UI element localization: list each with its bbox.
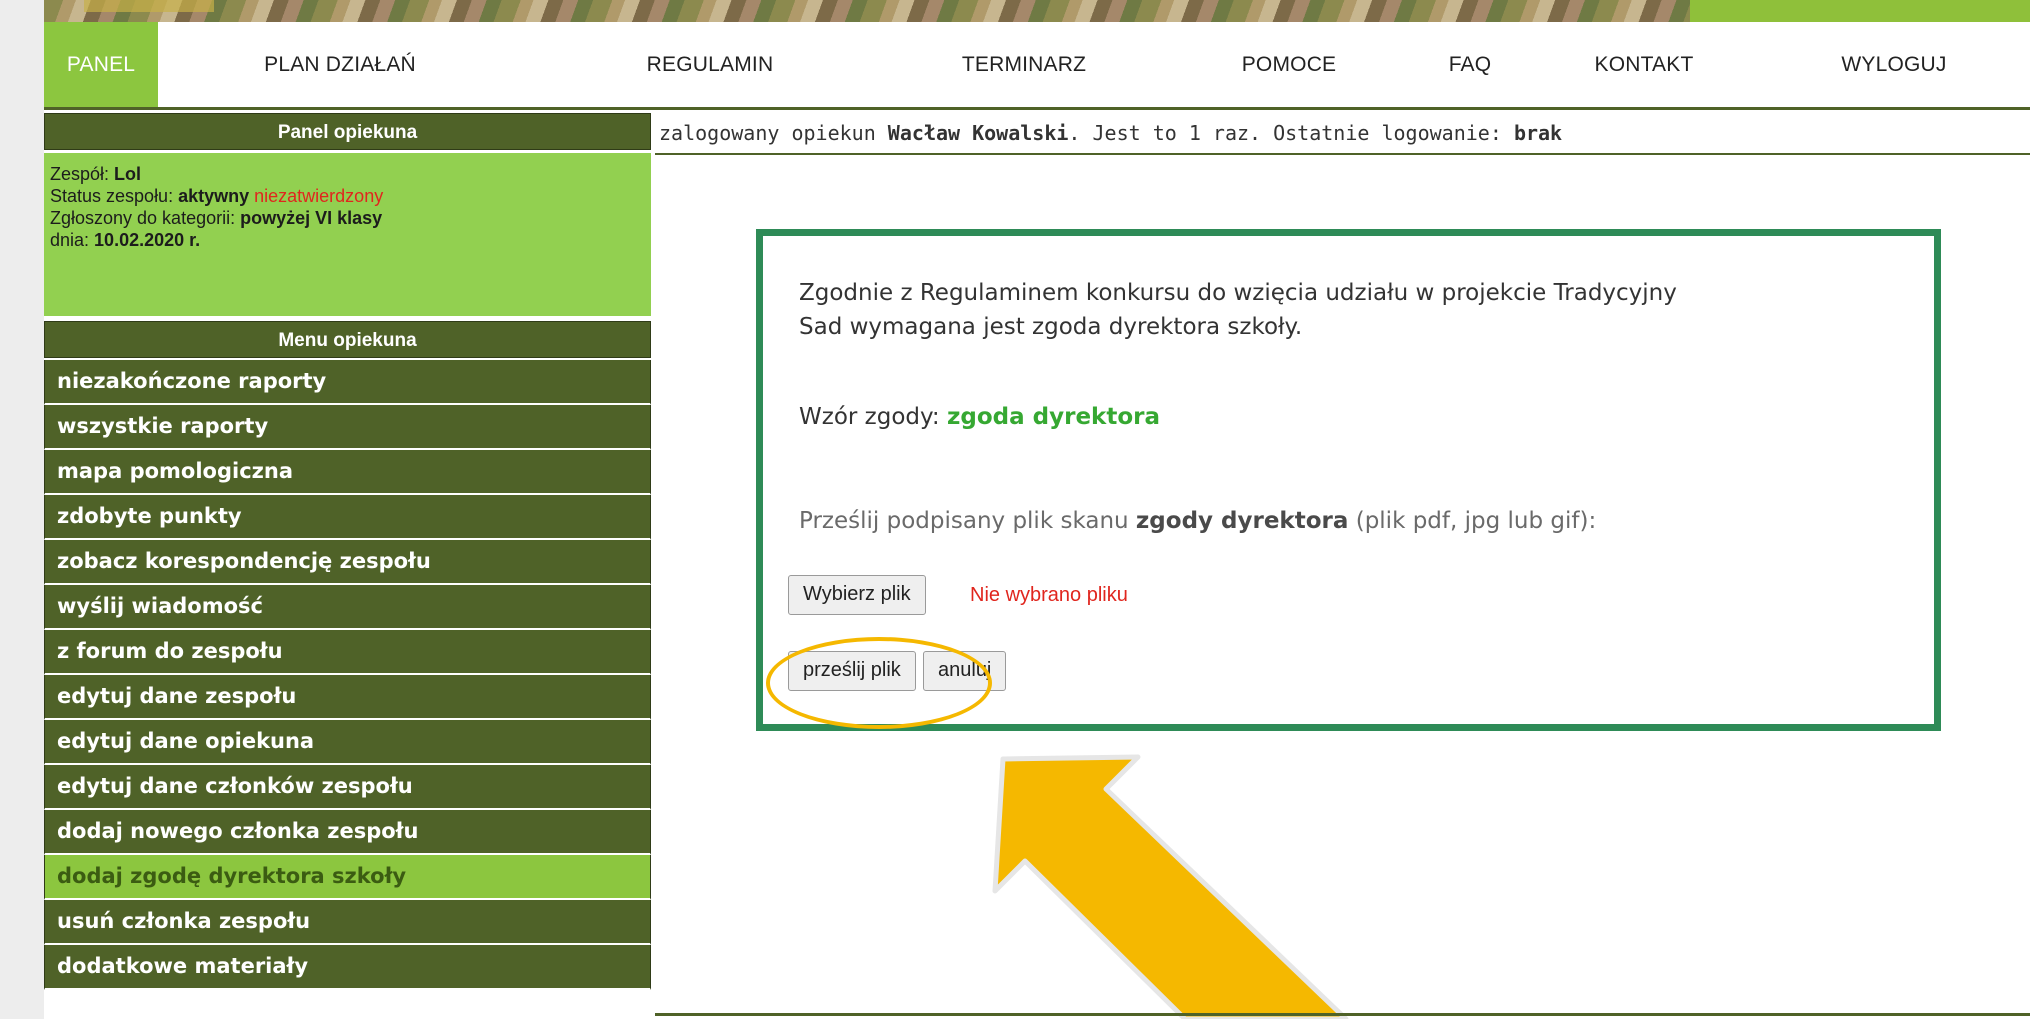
team-name: Lol	[114, 164, 142, 184]
menu-item-additional-materials[interactable]: dodatkowe materiały	[44, 945, 651, 990]
upload-instructions: Prześlij podpisany plik skanu zgody dyre…	[799, 504, 1899, 538]
choose-file-button[interactable]: Wybierz plik	[788, 575, 926, 615]
last-login-value: brak	[1513, 121, 1563, 145]
date-label: dnia:	[50, 230, 95, 250]
menu-item-earned-points[interactable]: zdobyte punkty	[44, 495, 651, 540]
status-unconfirmed: niezatwierdzony	[254, 186, 384, 206]
intro-line-2: Sad wymagana jest zgoda dyrektora szkoły…	[799, 314, 1303, 340]
nav-panel[interactable]: PANEL	[44, 22, 158, 107]
team-label: Zespół:	[50, 164, 115, 184]
left-margin-strip	[0, 0, 44, 1019]
upload-bold: zgody dyrektora	[1135, 508, 1349, 534]
date-value: 10.02.2020 r.	[94, 230, 201, 250]
upload-file-button[interactable]: prześlij plik	[788, 651, 916, 691]
menu-item-forum-to-team[interactable]: z forum do zespołu	[44, 630, 651, 675]
team-row: Zespół: Lol	[50, 163, 645, 185]
no-file-chosen-text: Nie wybrano pliku	[970, 584, 1128, 606]
menu-item-edit-guardian[interactable]: edytuj dane opiekuna	[44, 720, 651, 765]
sidebar: Panel opiekuna Zespół: Lol Status zespoł…	[44, 113, 653, 1019]
menu-item-edit-team[interactable]: edytuj dane zespołu	[44, 675, 651, 720]
intro-text: Zgodnie z Regulaminem konkursu do wzięci…	[799, 276, 1899, 344]
status-active: aktywny	[178, 186, 250, 206]
category-value: powyżej VI klasy	[240, 208, 383, 228]
consent-upload-panel: Zgodnie z Regulaminem konkursu do wzięci…	[756, 229, 1941, 731]
nav-wyloguj[interactable]: WYLOGUJ	[1824, 22, 1964, 107]
cancel-button[interactable]: anuluj	[923, 651, 1007, 691]
menu-item-team-correspondence[interactable]: zobacz korespondencję zespołu	[44, 540, 651, 585]
upload-prefix: Prześlij podpisany plik skanu	[799, 508, 1136, 534]
header-banner-image	[44, 0, 2030, 22]
menu-item-remove-member[interactable]: usuń członka zespołu	[44, 900, 651, 945]
banner-decoration	[84, 0, 214, 12]
menu-item-edit-members[interactable]: edytuj dane członków zespołu	[44, 765, 651, 810]
menu-item-pomological-map[interactable]: mapa pomologiczna	[44, 450, 651, 495]
menu-item-unfinished-reports[interactable]: niezakończone raporty	[44, 360, 651, 405]
nav-regulamin[interactable]: REGULAMIN	[640, 22, 780, 107]
date-row: dnia: 10.02.2020 r.	[50, 229, 645, 251]
menu-item-add-director-consent[interactable]: dodaj zgodę dyrektora szkoły	[44, 855, 651, 900]
nav-pomoce[interactable]: POMOCE	[1224, 22, 1354, 107]
nav-plan-dzialan[interactable]: PLAN DZIAŁAŃ	[240, 22, 440, 107]
content-bottom-border	[655, 1013, 2030, 1016]
guardian-menu: niezakończone raporty wszystkie raporty …	[44, 360, 651, 990]
panel-title: Panel opiekuna	[44, 113, 651, 150]
category-row: Zgłoszony do kategorii: powyżej VI klasy	[50, 207, 645, 229]
menu-item-add-member[interactable]: dodaj nowego członka zespołu	[44, 810, 651, 855]
team-info-box: Zespół: Lol Status zespołu: aktywny niez…	[44, 153, 651, 316]
login-status-line: zalogowany opiekun Wacław Kowalski. Jest…	[655, 113, 2030, 155]
nav-faq[interactable]: FAQ	[1430, 22, 1510, 107]
main-navigation: PANEL PLAN DZIAŁAŃ REGULAMIN TERMINARZ P…	[44, 22, 2030, 110]
template-row: Wzór zgody: zgoda dyrektora	[799, 400, 1899, 434]
menu-item-send-message[interactable]: wyślij wiadomość	[44, 585, 651, 630]
menu-item-all-reports[interactable]: wszystkie raporty	[44, 405, 651, 450]
template-label: Wzór zgody:	[799, 404, 947, 430]
status-prefix: zalogowany opiekun	[659, 121, 888, 145]
menu-title: Menu opiekuna	[44, 321, 651, 358]
status-middle: . Jest to 1 raz. Ostatnie logowanie:	[1068, 121, 1514, 145]
status-row: Status zespołu: aktywny niezatwierdzony	[50, 185, 645, 207]
status-label: Status zespołu:	[50, 186, 179, 206]
upload-suffix: (plik pdf, jpg lub gif):	[1348, 508, 1597, 534]
logged-user-name: Wacław Kowalski	[887, 121, 1069, 145]
template-download-link[interactable]: zgoda dyrektora	[947, 404, 1160, 430]
nav-terminarz[interactable]: TERMINARZ	[944, 22, 1104, 107]
intro-line-1: Zgodnie z Regulaminem konkursu do wzięci…	[799, 280, 1677, 306]
nav-kontakt[interactable]: KONTAKT	[1584, 22, 1704, 107]
category-label: Zgłoszony do kategorii:	[50, 208, 241, 228]
